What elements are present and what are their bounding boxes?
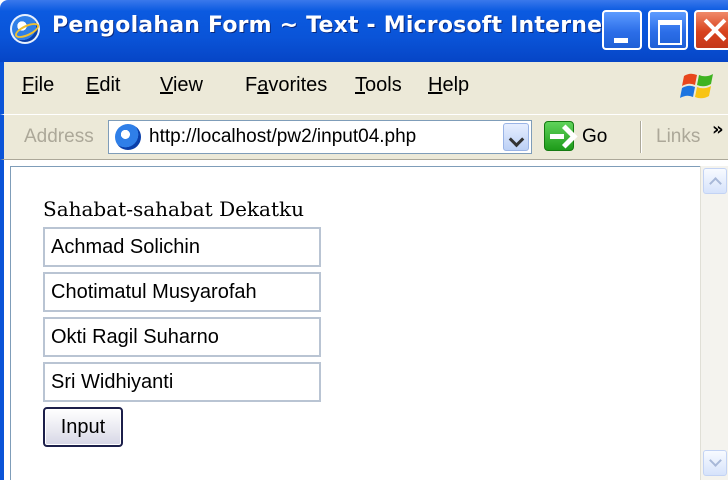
address-label: Address [24, 126, 94, 147]
friend-name-input-4[interactable] [43, 362, 321, 402]
menu-favorites[interactable]: Favorites [245, 74, 327, 97]
menu-edit[interactable]: Edit [86, 74, 120, 97]
internet-explorer-icon [10, 14, 40, 44]
go-arrow-icon[interactable] [544, 121, 574, 151]
go-button[interactable]: Go [582, 126, 607, 148]
links-label[interactable]: Links [656, 126, 700, 148]
chevron-right-icon[interactable]: » [712, 119, 724, 140]
page-icon [115, 124, 141, 150]
vertical-scrollbar[interactable] [700, 166, 728, 480]
scroll-down-button[interactable] [703, 450, 727, 476]
menu-tools[interactable]: Tools [355, 74, 402, 97]
friend-name-input-2[interactable] [43, 272, 321, 312]
menu-view[interactable]: View [160, 74, 203, 97]
title-bar[interactable]: Pengolahan Form ~ Text - Microsoft Inter… [0, 0, 728, 62]
address-field[interactable]: http://localhost/pw2/input04.php [108, 120, 532, 154]
toolbar-separator [640, 121, 642, 153]
maximize-button[interactable] [648, 10, 688, 50]
windows-flag-icon [680, 73, 713, 99]
minimize-button[interactable] [602, 10, 642, 50]
friend-name-input-3[interactable] [43, 317, 321, 357]
close-button[interactable] [694, 10, 728, 50]
address-url[interactable]: http://localhost/pw2/input04.php [149, 126, 416, 148]
input-submit-button[interactable]: Input [43, 407, 123, 447]
page-heading: Sahabat-sahabat Dekatku [43, 197, 305, 221]
address-bar: Address http://localhost/pw2/input04.php… [0, 114, 728, 160]
friend-name-input-1[interactable] [43, 227, 321, 267]
scroll-up-button[interactable] [703, 168, 727, 194]
address-dropdown-button[interactable] [503, 123, 529, 151]
menu-bar: File Edit View Favorites Tools Help [0, 62, 728, 114]
menu-help[interactable]: Help [428, 74, 469, 97]
window-title: Pengolahan Form ~ Text - Microsoft Inter… [52, 13, 628, 38]
page-viewport: Sahabat-sahabat Dekatku Input [0, 160, 728, 480]
menu-file[interactable]: File [22, 74, 54, 97]
page-content: Sahabat-sahabat Dekatku Input [10, 166, 704, 480]
